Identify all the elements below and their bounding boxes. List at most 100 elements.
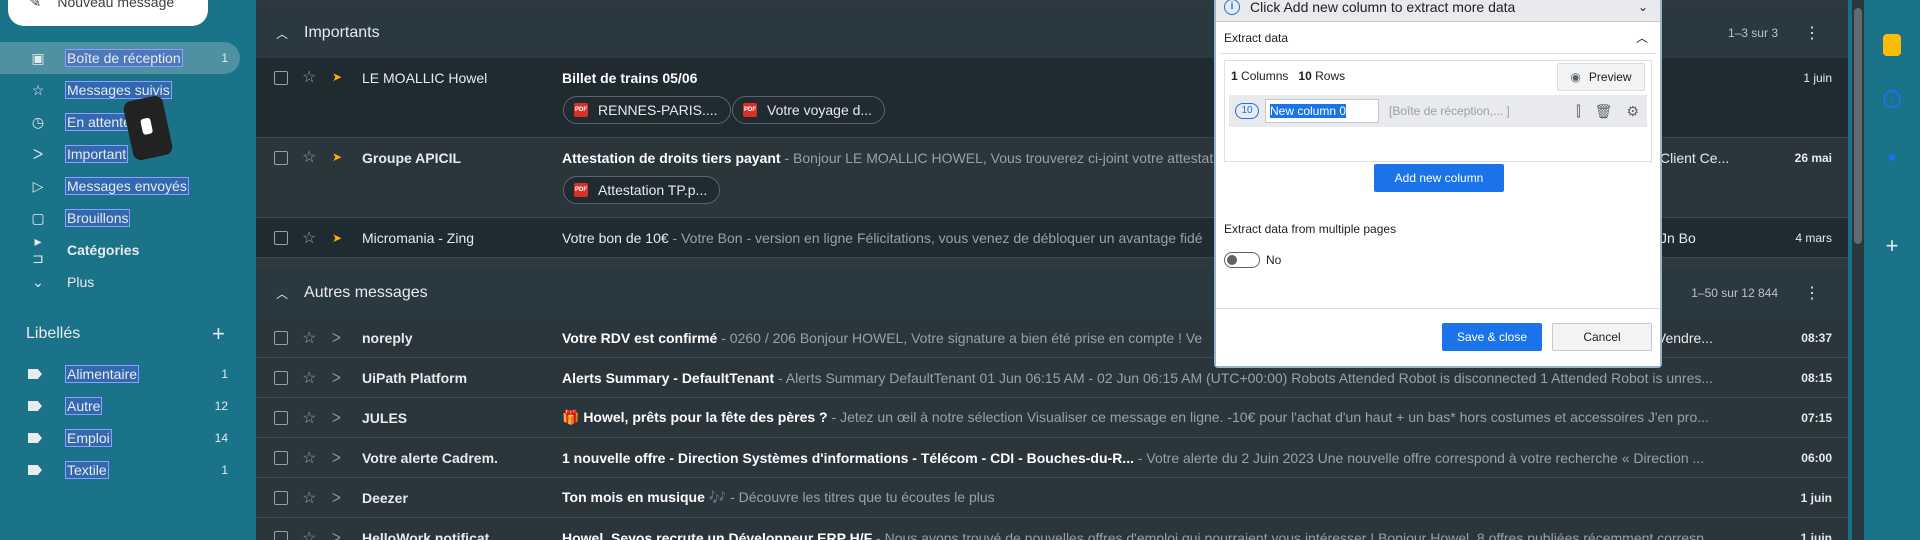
tasks-icon[interactable]: ✓ bbox=[1883, 90, 1901, 108]
row-checkbox[interactable] bbox=[274, 370, 288, 385]
add-new-column-button[interactable]: Add new column bbox=[1374, 164, 1504, 192]
important-marker-icon[interactable]: ᐳ bbox=[332, 371, 341, 385]
label-item-textile[interactable]: Textile 1 bbox=[0, 454, 240, 486]
gear-icon[interactable]: ⚙ bbox=[1626, 103, 1639, 120]
mail-date: 26 mai bbox=[1794, 151, 1832, 165]
nav-item-label: Plus bbox=[67, 274, 95, 290]
contacts-icon[interactable]: ● bbox=[1880, 146, 1904, 170]
label-tag-icon bbox=[28, 401, 42, 411]
label-item-autre[interactable]: Autre 12 bbox=[0, 390, 240, 422]
column-preview-text: [Boîte de réception,... ] bbox=[1389, 104, 1510, 118]
mail-row[interactable]: ☆ ᐳ Votre alerte Cadrem. 1 nouvelle offr… bbox=[256, 438, 1848, 478]
mail-snippet-tail: Jn Bo bbox=[1660, 229, 1696, 246]
star-icon[interactable]: ☆ bbox=[302, 147, 316, 167]
mail-date: 1 juin bbox=[1800, 530, 1832, 540]
attachment-chip[interactable]: PDF Attestation TP.p... bbox=[563, 176, 721, 204]
important-marker-icon[interactable]: ➤ bbox=[332, 150, 342, 164]
label-item-name: Emploi bbox=[65, 429, 112, 447]
important-marker-icon[interactable]: ᐳ bbox=[332, 411, 341, 425]
attachment-chip[interactable]: PDF Votre voyage d... bbox=[732, 96, 886, 124]
keep-icon[interactable] bbox=[1883, 34, 1901, 56]
important-marker-icon[interactable]: ᐳ bbox=[332, 491, 341, 505]
important-marker-icon[interactable]: ᐳ bbox=[332, 331, 341, 345]
mail-sender: LE MOALLIC Howel bbox=[362, 70, 488, 86]
star-icon[interactable]: ☆ bbox=[302, 408, 316, 428]
mail-sender: Votre alerte Cadrem. bbox=[362, 449, 498, 466]
nav-item-important[interactable]: ᐳ Important bbox=[0, 138, 240, 170]
star-icon[interactable]: ☆ bbox=[302, 228, 316, 248]
preview-button[interactable]: ◉ Preview bbox=[1557, 63, 1645, 91]
eye-icon: ◉ bbox=[1570, 70, 1581, 84]
important-marker-icon[interactable]: ᐳ bbox=[332, 531, 341, 540]
add-label-button[interactable]: + bbox=[212, 321, 225, 347]
toggle-state-label: No bbox=[1266, 253, 1282, 267]
rows-count: 10 bbox=[1298, 69, 1312, 83]
mail-snippet-tail: s Vendre... bbox=[1646, 329, 1713, 346]
inbox-icon: ▣ bbox=[31, 49, 45, 66]
columns-panel: 1 Columns 10 Rows ◉ Preview 10 New colum… bbox=[1224, 60, 1652, 162]
row-checkbox[interactable] bbox=[274, 71, 288, 85]
label-item-name: Alimentaire bbox=[64, 365, 140, 383]
compose-button[interactable]: ✎ Nouveau message bbox=[8, 0, 208, 26]
multi-pages-toggle[interactable] bbox=[1224, 252, 1260, 268]
label-item-alimentaire[interactable]: Alimentaire 1 bbox=[0, 358, 240, 390]
mail-row[interactable]: ☆ ᐳ Deezer Ton mois en musique 🎶 - Décou… bbox=[256, 478, 1848, 518]
compose-label: Nouveau message bbox=[57, 0, 175, 10]
mail-scrollbar[interactable] bbox=[1852, 0, 1864, 540]
row-checkbox[interactable] bbox=[274, 410, 288, 425]
row-checkbox[interactable] bbox=[274, 450, 288, 465]
label-item-emploi[interactable]: Emploi 14 bbox=[0, 422, 240, 454]
nav-item-inbox[interactable]: ▣ Boîte de réception 1 bbox=[0, 42, 240, 74]
nav-item-label: Brouillons bbox=[64, 209, 131, 227]
column-name-input[interactable]: New column 0 bbox=[1265, 99, 1379, 123]
mail-subject: 1 nouvelle offre - Direction Systèmes d'… bbox=[562, 450, 1722, 466]
cancel-button[interactable]: Cancel bbox=[1552, 323, 1652, 351]
column-settings-type-icon[interactable]: ⫿ bbox=[1576, 103, 1580, 120]
row-checkbox[interactable] bbox=[274, 530, 288, 540]
nav-item-drafts[interactable]: ▢ Brouillons bbox=[0, 202, 240, 234]
row-checkbox[interactable] bbox=[274, 230, 288, 245]
label-item-count: 14 bbox=[214, 431, 228, 445]
important-marker-icon[interactable]: ➤ bbox=[332, 70, 342, 84]
chevron-down-icon[interactable]: ⌄ bbox=[1638, 0, 1648, 14]
important-marker-icon[interactable]: ➤ bbox=[332, 231, 342, 245]
star-icon[interactable]: ☆ bbox=[302, 67, 316, 87]
row-checkbox[interactable] bbox=[274, 330, 288, 345]
more-vert-icon[interactable]: ⋮ bbox=[1804, 283, 1820, 303]
nav-item-starred[interactable]: ☆ Messages suivis bbox=[0, 74, 240, 106]
chevron-up-icon[interactable]: ︿ bbox=[1636, 29, 1648, 46]
side-panel: ✓ ● + bbox=[1864, 0, 1920, 540]
trash-icon[interactable]: 🗑 bbox=[1595, 103, 1613, 120]
star-icon[interactable]: ☆ bbox=[302, 488, 316, 508]
nav-item-label: Important bbox=[64, 145, 129, 163]
nav-item-snoozed[interactable]: ◷ En attente bbox=[0, 106, 240, 138]
more-vert-icon[interactable]: ⋮ bbox=[1804, 23, 1820, 43]
mail-row[interactable]: ☆ ᐳ HelloWork notificat. Howel, Seyos re… bbox=[256, 518, 1848, 540]
label-tag-icon bbox=[28, 465, 42, 475]
attachment-chip[interactable]: PDF RENNES-PARIS.... bbox=[563, 96, 731, 124]
dialog-info-bar[interactable]: i Click Add new column to extract more d… bbox=[1216, 0, 1660, 22]
star-icon[interactable]: ☆ bbox=[302, 368, 316, 388]
columns-rows-summary: 1 Columns 10 Rows bbox=[1231, 69, 1345, 83]
mail-subject-text: Votre RDV est confirmé bbox=[562, 329, 718, 346]
nav-item-categories[interactable]: ▸ ⊐ Catégories bbox=[0, 233, 240, 266]
scrollbar-thumb[interactable] bbox=[1854, 8, 1862, 244]
nav-item-sent[interactable]: ▷ Messages envoyés bbox=[0, 170, 240, 202]
mail-sender: noreply bbox=[362, 329, 413, 346]
dialog-footer: Save & close Cancel bbox=[1216, 308, 1660, 366]
important-icon: ᐳ bbox=[32, 145, 44, 162]
extract-data-section-header[interactable]: Extract data ︿ bbox=[1220, 22, 1656, 54]
nav-item-more[interactable]: ⌄ Plus bbox=[0, 266, 240, 298]
info-icon: i bbox=[1224, 0, 1240, 15]
star-icon[interactable]: ☆ bbox=[302, 328, 316, 348]
mail-date: 1 juin bbox=[1803, 71, 1832, 85]
mail-subject: Howel, Seyos recrute un Développeur ERP … bbox=[562, 530, 1722, 540]
row-checkbox[interactable] bbox=[274, 490, 288, 505]
star-icon[interactable]: ☆ bbox=[302, 528, 316, 540]
save-close-button[interactable]: Save & close bbox=[1442, 323, 1542, 351]
mail-row[interactable]: ☆ ᐳ JULES 🎁 Howel, prêts pour la fête de… bbox=[256, 398, 1848, 438]
row-checkbox[interactable] bbox=[274, 151, 288, 165]
star-icon[interactable]: ☆ bbox=[302, 448, 316, 468]
add-addon-icon[interactable]: + bbox=[1880, 233, 1904, 258]
important-marker-icon[interactable]: ᐳ bbox=[332, 451, 341, 465]
